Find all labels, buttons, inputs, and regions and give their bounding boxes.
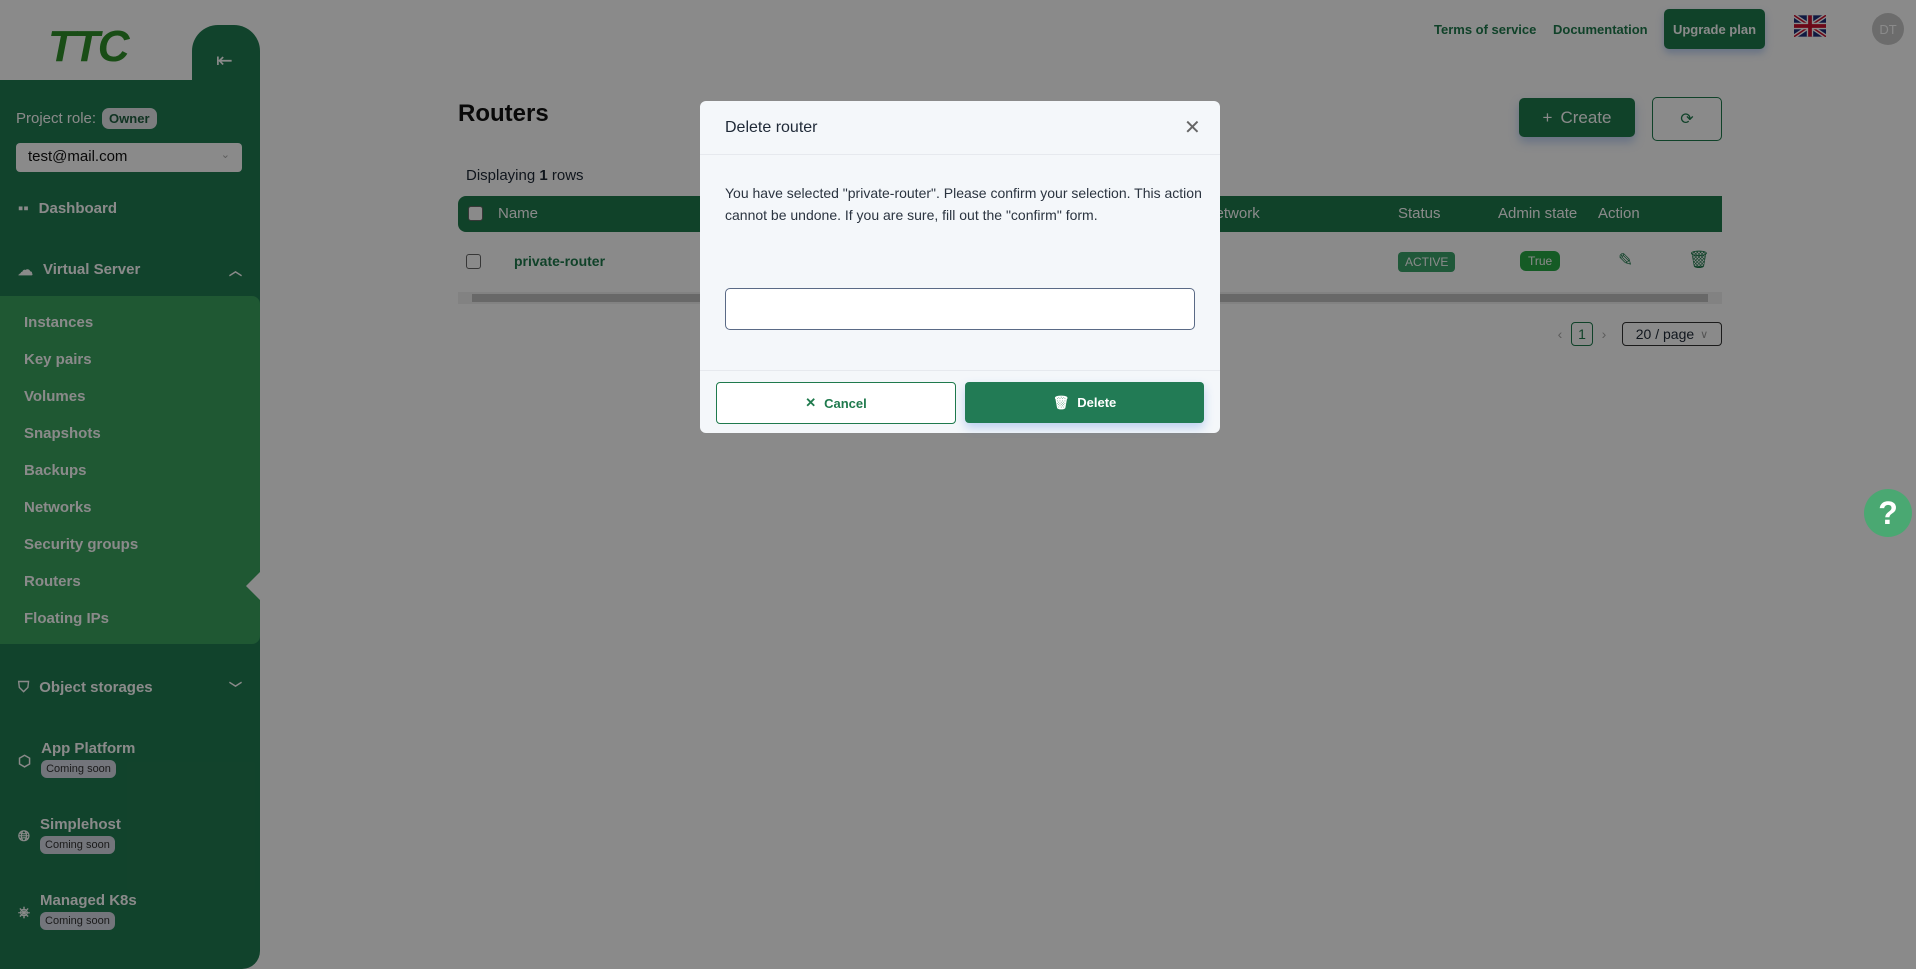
- dialog-title: Delete router: [725, 119, 818, 136]
- cancel-label: Cancel: [824, 395, 867, 411]
- confirm-input[interactable]: [725, 288, 1195, 330]
- close-icon: ✕: [805, 395, 817, 410]
- delete-label: Delete: [1077, 395, 1117, 410]
- dialog-message: You have selected "private-router". Plea…: [725, 185, 1202, 223]
- trash-icon: 🗑︎: [1052, 394, 1070, 410]
- delete-router-dialog: Delete router ✕ You have selected "priva…: [700, 101, 1220, 433]
- help-button[interactable]: ?: [1864, 489, 1912, 537]
- cancel-button[interactable]: ✕ Cancel: [716, 382, 956, 424]
- close-icon[interactable]: ✕: [1184, 115, 1201, 140]
- dialog-footer-divider: [700, 370, 1220, 371]
- delete-button[interactable]: 🗑︎ Delete: [965, 382, 1204, 423]
